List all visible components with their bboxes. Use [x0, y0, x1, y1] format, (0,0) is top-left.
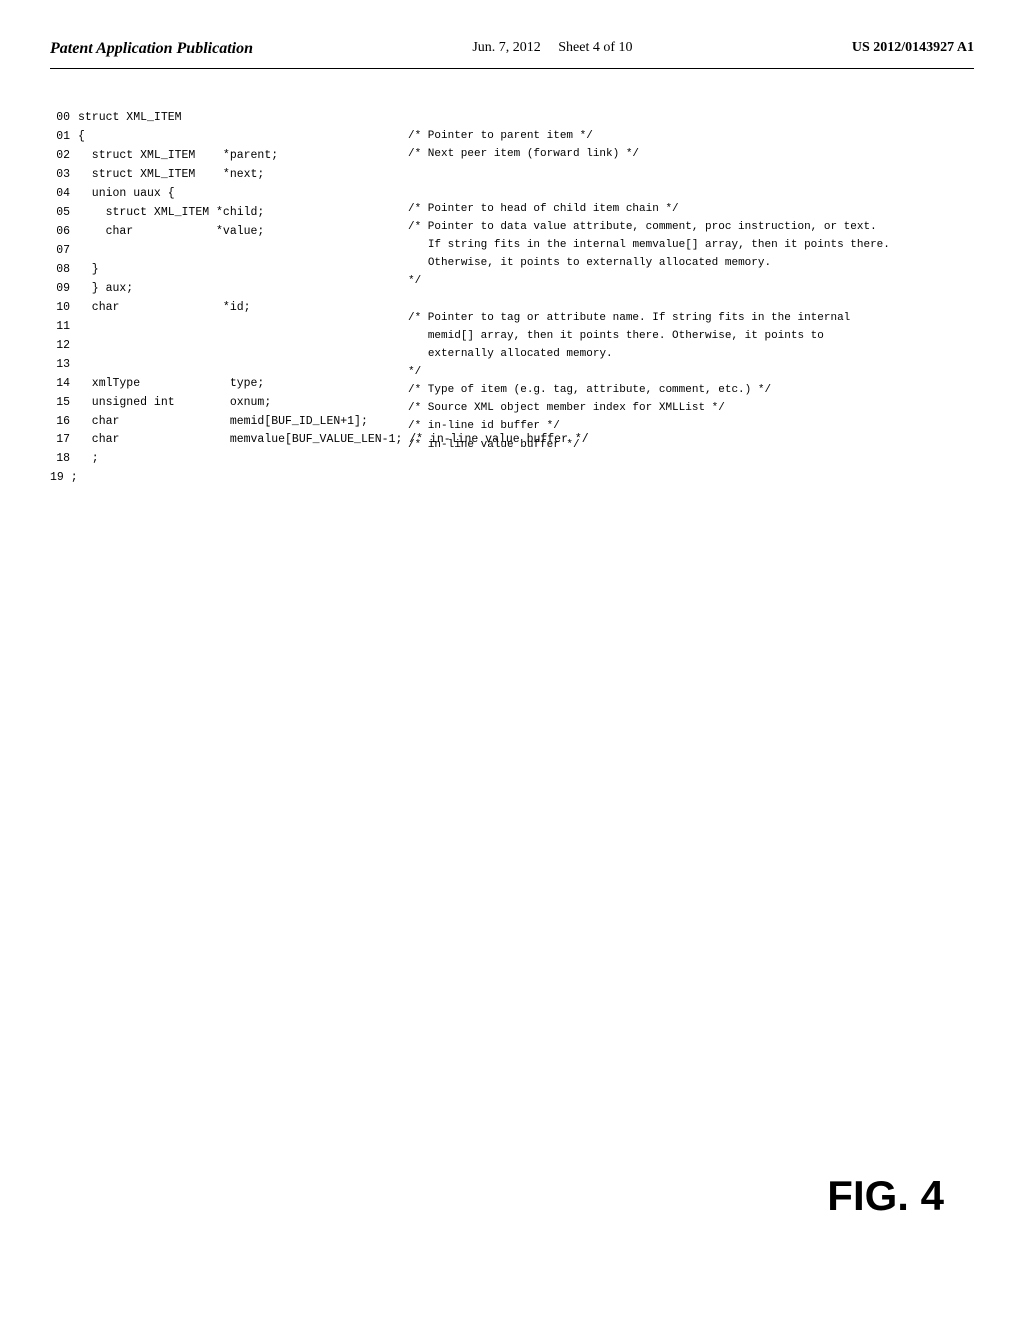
page-header: Patent Application Publication Jun. 7, 2…: [50, 40, 974, 69]
code-comments: /* Pointer to parent item */ /* Next pee…: [398, 109, 974, 488]
code-block: 00 01 02 03 04 05 06 07 08 09 10 11 12 1…: [50, 109, 974, 488]
publication-date: Jun. 7, 2012: [472, 40, 540, 55]
publication-title: Patent Application Publication: [50, 40, 253, 58]
patent-number: US 2012/0143927 A1: [852, 40, 974, 56]
header-date-sheet: Jun. 7, 2012 Sheet 4 of 10: [472, 40, 632, 56]
sheet-info: Sheet 4 of 10: [558, 40, 632, 55]
source-code: struct XML_ITEM { struct XML_ITEM *paren…: [78, 109, 398, 488]
figure-label: FIG. 4: [827, 1172, 944, 1220]
line-numbers: 00 01 02 03 04 05 06 07 08 09 10 11 12 1…: [50, 109, 78, 488]
page-container: Patent Application Publication Jun. 7, 2…: [0, 0, 1024, 1320]
